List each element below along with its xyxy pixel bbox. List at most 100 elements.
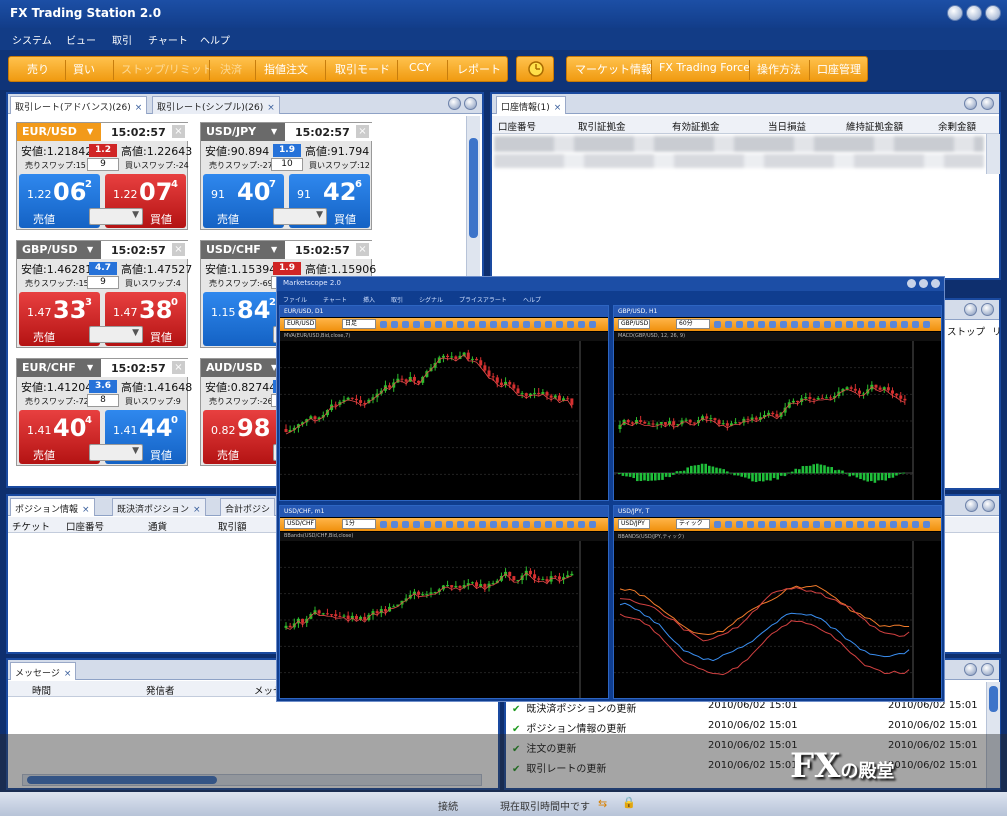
chart-tool-icon[interactable] — [879, 521, 886, 528]
amount-input[interactable]: 8 — [87, 394, 119, 407]
pane-minimize-button[interactable] — [964, 303, 977, 316]
chart-tool-icon[interactable] — [556, 521, 563, 528]
pane-maximize-button[interactable] — [981, 663, 994, 676]
symbol-select[interactable]: EUR/USD — [284, 319, 316, 329]
dropdown-arrow-icon[interactable]: ▼ — [87, 127, 99, 137]
chart-tool-icon[interactable] — [501, 321, 508, 328]
chart-tool-icon[interactable] — [578, 321, 585, 328]
period-select[interactable]: 60分 — [676, 319, 710, 329]
chart-tool-icon[interactable] — [468, 521, 475, 528]
symbol-select[interactable]: USD/JPY — [618, 519, 650, 529]
sell-price-button[interactable]: 0.82 98 売値 — [203, 410, 284, 464]
close-icon[interactable]: × — [172, 361, 185, 374]
chart-tool-icon[interactable] — [912, 321, 919, 328]
chart-tool-icon[interactable] — [824, 521, 831, 528]
chart-tool-icon[interactable] — [457, 321, 464, 328]
chart-tool-icon[interactable] — [490, 521, 497, 528]
chart-tool-icon[interactable] — [545, 321, 552, 328]
chart-tool-icon[interactable] — [901, 321, 908, 328]
period-select[interactable]: ティック — [676, 519, 710, 529]
chart-tool-icon[interactable] — [435, 321, 442, 328]
chart-tool-icon[interactable] — [424, 521, 431, 528]
tab-messages[interactable]: メッセージ × — [10, 662, 77, 680]
chart-tool-icon[interactable] — [391, 321, 398, 328]
close-icon[interactable]: × — [172, 125, 185, 138]
how-to-button[interactable]: 操作方法 — [757, 61, 801, 77]
chart-tool-icon[interactable] — [523, 321, 530, 328]
chart-tool-icon[interactable] — [890, 521, 897, 528]
ms-maximize-button[interactable] — [919, 279, 928, 288]
menu-system[interactable]: システム — [12, 32, 52, 47]
tab-rates-simple[interactable]: 取引レート(シンプル)(26) × — [152, 96, 280, 114]
chart-tool-icon[interactable] — [446, 521, 453, 528]
close-icon[interactable]: × — [356, 125, 369, 138]
chart-panel[interactable]: USD/CHF, m1 USD/CHF 1分 BBands(USD/CHF,Bid,c… — [279, 505, 609, 699]
chart-tool-icon[interactable] — [835, 521, 842, 528]
chart-tool-icon[interactable] — [868, 321, 875, 328]
sell-price-button[interactable]: 1.15 84 2 — [203, 292, 284, 346]
ms-menu-item[interactable]: プライスアラート — [459, 295, 507, 304]
chart-tool-icon[interactable] — [780, 321, 787, 328]
amount-input[interactable]: 9 — [87, 158, 119, 171]
chart-tool-icon[interactable] — [589, 321, 596, 328]
price-chart-svg[interactable] — [280, 341, 609, 501]
amount-input[interactable]: 10 — [271, 158, 303, 171]
close-icon[interactable]: × — [267, 103, 275, 113]
chart-tool-icon[interactable] — [380, 521, 387, 528]
chart-tool-icon[interactable] — [446, 321, 453, 328]
sell-price-button[interactable]: 1.47 33 3 売値 — [19, 292, 100, 346]
account-scrollbar[interactable] — [986, 134, 1000, 174]
ms-menu-item[interactable]: チャート — [323, 295, 347, 304]
chart-tool-icon[interactable] — [813, 521, 820, 528]
chart-tool-icon[interactable] — [725, 321, 732, 328]
ms-minimize-button[interactable] — [907, 279, 916, 288]
chart-tool-icon[interactable] — [791, 321, 798, 328]
sell-price-button[interactable]: 1.22 06 2 売値 — [19, 174, 100, 228]
menu-view[interactable]: ビュー — [66, 32, 96, 47]
chart-tool-icon[interactable] — [868, 521, 875, 528]
order-type-select[interactable]: ▼ — [89, 326, 143, 343]
chart-panel[interactable]: EUR/USD, D1 EUR/USD 日足 MVA(EUR/USD,Bid,clos… — [279, 305, 609, 501]
chart-tool-icon[interactable] — [846, 321, 853, 328]
chart-tool-icon[interactable] — [534, 521, 541, 528]
chart-tool-icon[interactable] — [424, 321, 431, 328]
symbol-select[interactable]: USD/CHF — [284, 519, 316, 529]
chart-tool-icon[interactable] — [802, 521, 809, 528]
report-button[interactable]: レポート — [457, 61, 501, 77]
chart-tool-icon[interactable] — [457, 521, 464, 528]
close-icon[interactable]: × — [82, 505, 90, 515]
buy-button[interactable]: 買い — [73, 61, 95, 77]
chart-tool-icon[interactable] — [923, 521, 930, 528]
chart-tool-icon[interactable] — [780, 521, 787, 528]
chart-tool-icon[interactable] — [714, 521, 721, 528]
chart-tool-icon[interactable] — [380, 321, 387, 328]
fx-trading-force-button[interactable]: FX Trading Force — [659, 61, 750, 74]
close-icon[interactable]: × — [64, 669, 72, 679]
chart-tool-icon[interactable] — [490, 321, 497, 328]
close-button[interactable] — [985, 5, 1001, 21]
ms-menu-item[interactable]: ファイル — [283, 295, 307, 304]
chart-tool-icon[interactable] — [890, 321, 897, 328]
clock-button[interactable] — [516, 56, 554, 82]
chart-tool-icon[interactable] — [567, 321, 574, 328]
order-type-select[interactable]: ▼ — [89, 444, 143, 461]
symbol-select[interactable]: GBP/USD — [618, 319, 650, 329]
pane-minimize-button[interactable] — [965, 499, 978, 512]
chart-tool-icon[interactable] — [479, 321, 486, 328]
chart-tool-icon[interactable] — [791, 521, 798, 528]
price-chart-svg[interactable] — [280, 541, 609, 699]
order-type-select[interactable]: ▼ — [89, 208, 143, 225]
ms-close-button[interactable] — [931, 279, 940, 288]
stop-limit-button[interactable]: ストップ/リミット — [121, 61, 213, 77]
market-info-button[interactable]: マーケット情報 — [575, 61, 652, 77]
dropdown-arrow-icon[interactable]: ▼ — [271, 127, 283, 137]
chart-tool-icon[interactable] — [879, 321, 886, 328]
price-chart-svg[interactable] — [614, 541, 942, 699]
chart-tool-icon[interactable] — [846, 521, 853, 528]
pane-maximize-button[interactable] — [981, 97, 994, 110]
chart-tool-icon[interactable] — [479, 521, 486, 528]
chart-tool-icon[interactable] — [758, 321, 765, 328]
chart-tool-icon[interactable] — [725, 521, 732, 528]
chart-tool-icon[interactable] — [813, 321, 820, 328]
ms-menu-item[interactable]: 挿入 — [363, 295, 375, 304]
